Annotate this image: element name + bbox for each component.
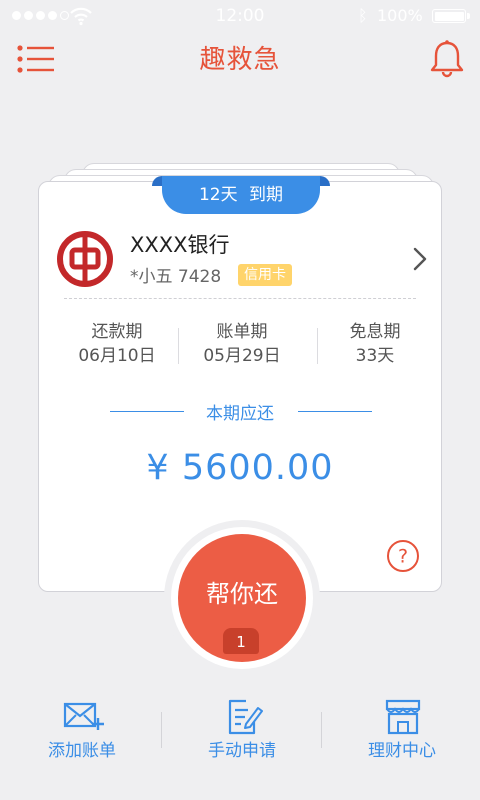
add-mail-icon — [63, 702, 104, 730]
bill-date-info: 账单期 05月29日 — [182, 320, 302, 368]
info-label: 免息期 — [349, 322, 401, 342]
status-bar: 12:00 ᛒ 100% — [0, 0, 480, 32]
page-title: 趣救急 — [199, 45, 281, 75]
card-holder: *小五 7428 — [130, 267, 222, 287]
tab-label: 添加账单 — [48, 741, 116, 761]
store-icon — [385, 699, 421, 735]
battery-percentage: 100% — [377, 6, 423, 25]
tab-add-bill[interactable]: 添加账单 — [2, 698, 162, 768]
tab-label: 理财中心 — [368, 741, 436, 761]
tab-label: 手动申请 — [208, 741, 276, 761]
battery-icon — [432, 9, 470, 23]
bell-icon[interactable] — [427, 38, 467, 80]
tab-finance-center[interactable]: 理财中心 — [322, 698, 480, 768]
help-symbol: ? — [398, 546, 408, 568]
divider — [298, 411, 372, 412]
repay-date-info: 还款期 06月10日 — [57, 320, 177, 368]
count-badge: 1 — [223, 628, 259, 654]
bluetooth-icon: ᛒ — [358, 6, 368, 25]
card-type-badge: 信用卡 — [238, 264, 292, 286]
chevron-right-icon[interactable] — [406, 244, 432, 274]
interest-free-info: 免息期 33天 — [315, 320, 435, 368]
amount-due-label: 本期应还 — [206, 404, 274, 424]
info-label: 账单期 — [216, 322, 268, 342]
bank-name: XXXX银行 — [130, 233, 230, 257]
tab-manual-apply[interactable]: 手动申请 — [162, 698, 322, 768]
help-icon[interactable]: ? — [386, 539, 420, 573]
amount-due: ¥ 5600.00 — [146, 448, 334, 488]
bank-logo-icon — [57, 231, 113, 287]
edit-document-icon — [228, 699, 263, 735]
info-value: 06月10日 — [78, 346, 156, 366]
info-value: 05月29日 — [203, 346, 281, 366]
info-value: 33天 — [355, 346, 395, 366]
divider — [178, 328, 179, 364]
due-days-ribbon: 12天 到期 — [162, 176, 320, 214]
divider — [64, 298, 416, 299]
info-label: 还款期 — [91, 322, 143, 342]
